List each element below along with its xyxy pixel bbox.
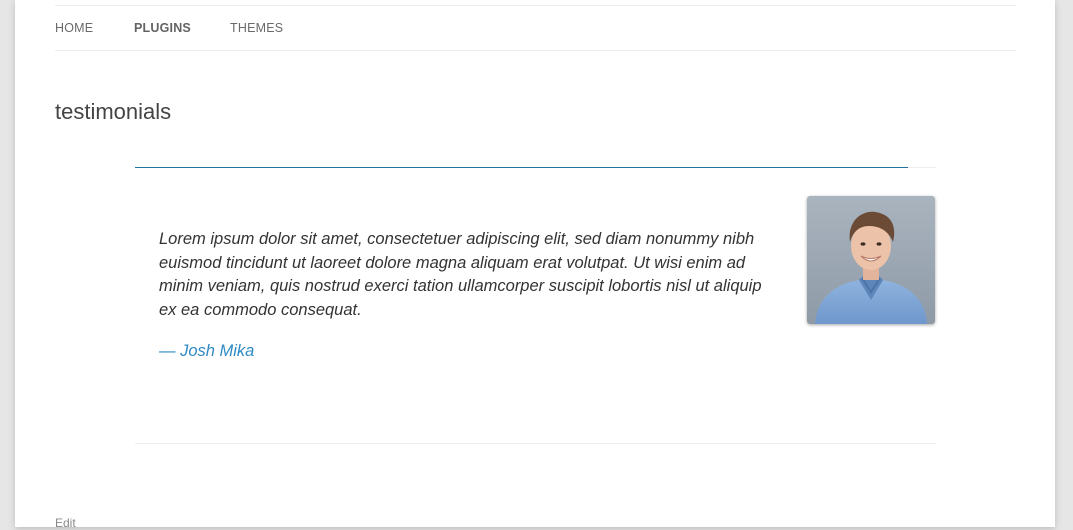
nav-item-plugins[interactable]: PLUGINS [134, 21, 191, 35]
page-container: HOME PLUGINS THEMES testimonials Lorem i… [15, 0, 1055, 530]
page-title: testimonials [55, 99, 172, 124]
testimonial-top-divider-end [908, 167, 936, 168]
person-photo-icon [807, 196, 935, 324]
testimonial-avatar [807, 196, 935, 324]
testimonial-top-divider [135, 167, 908, 168]
testimonial-quote: Lorem ipsum dolor sit amet, consectetuer… [159, 230, 762, 319]
main-navigation: HOME PLUGINS THEMES [55, 5, 1016, 51]
edit-link[interactable]: Edit [55, 516, 76, 530]
testimonial-author-link[interactable]: — Josh Mika [159, 342, 254, 361]
testimonial-block: Lorem ipsum dolor sit amet, consectetuer… [135, 167, 936, 444]
nav-item-home[interactable]: HOME [55, 21, 93, 35]
nav-item-themes[interactable]: THEMES [230, 21, 283, 35]
